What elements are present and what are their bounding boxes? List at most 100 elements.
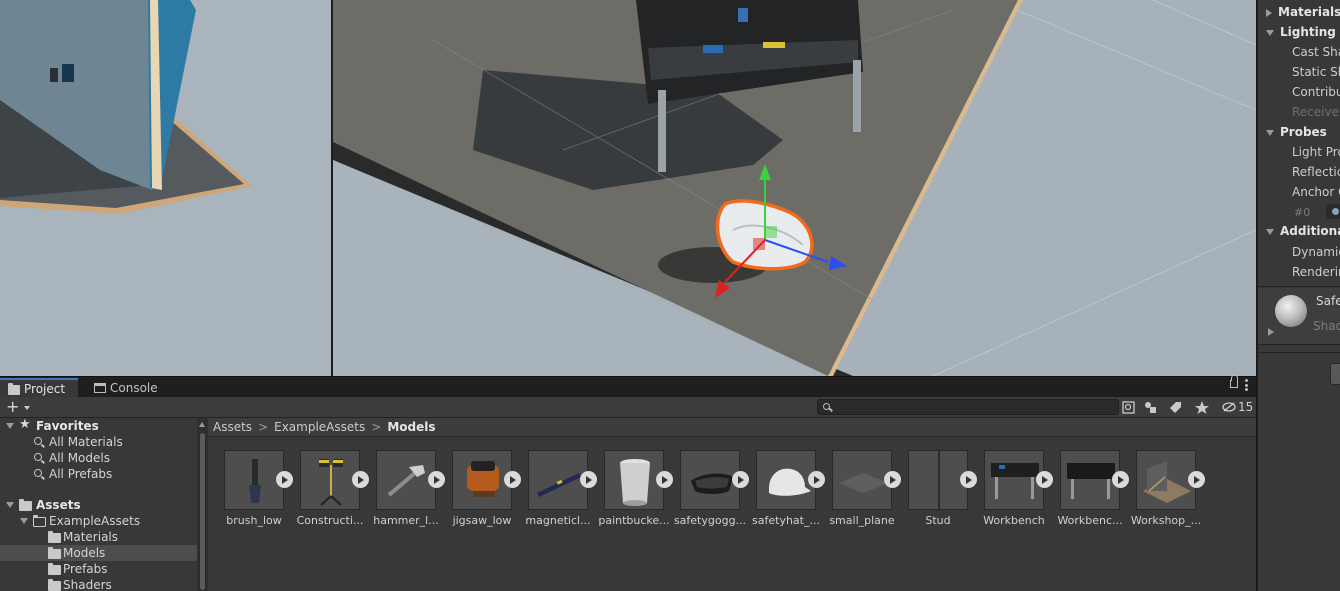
- asset-item[interactable]: hammer_l...: [366, 450, 445, 534]
- asset-item[interactable]: safetygogg...: [670, 450, 749, 534]
- add-component-button[interactable]: [1330, 363, 1340, 385]
- field-anchor-override[interactable]: Anchor C: [1258, 182, 1340, 202]
- field-cast-shadows[interactable]: Cast Sha: [1258, 42, 1340, 62]
- expand-arrow-icon[interactable]: [1188, 471, 1205, 488]
- more-options-icon[interactable]: [1245, 379, 1248, 391]
- tree-folder-models[interactable]: Models: [0, 545, 197, 561]
- tree-folder-materials[interactable]: Materials: [0, 529, 197, 545]
- tab-project[interactable]: Project: [0, 378, 78, 398]
- asset-item[interactable]: jigsaw_low: [442, 450, 521, 534]
- breadcrumb-item[interactable]: Assets: [213, 420, 252, 434]
- tree-assets[interactable]: Assets: [0, 497, 197, 513]
- asset-item[interactable]: brush_low: [214, 450, 293, 534]
- construction-light-thumbnail: [300, 450, 360, 510]
- asset-name: Workshop_...: [1130, 514, 1202, 527]
- search-field[interactable]: [817, 399, 1119, 415]
- section-lighting[interactable]: Lighting: [1258, 22, 1336, 42]
- field-static-shadow-caster[interactable]: Static Sh: [1258, 62, 1340, 82]
- workshop-thumbnail: [1136, 450, 1196, 510]
- section-probes[interactable]: Probes: [1258, 122, 1327, 142]
- field-reflection-probes-label: Reflectic: [1292, 165, 1340, 179]
- field-receive-gi-label: Receive: [1292, 105, 1339, 119]
- search-icon: [34, 437, 42, 445]
- asset-item[interactable]: Stud: [898, 450, 977, 534]
- create-button[interactable]: +: [6, 399, 36, 416]
- field-static-shadow-caster-label: Static Sh: [1292, 65, 1340, 79]
- filter-by-type-button[interactable]: [1141, 399, 1161, 416]
- shapes-icon: [1145, 402, 1156, 413]
- field-reflection-probes[interactable]: Reflectic: [1258, 162, 1340, 182]
- goggles-thumbnail: [680, 450, 740, 510]
- asset-item[interactable]: Constructi...: [290, 450, 369, 534]
- breadcrumb-current[interactable]: Models: [387, 420, 435, 434]
- scrollbar-thumb[interactable]: [199, 432, 206, 591]
- workbench-thumbnail: [1060, 450, 1120, 510]
- probe-object-icon[interactable]: [1326, 204, 1340, 219]
- asset-item[interactable]: Workbench: [974, 450, 1053, 534]
- search-by-type-button[interactable]: [1119, 399, 1139, 416]
- tree-favorites[interactable]: ★ Favorites: [0, 418, 197, 434]
- divider: [1258, 352, 1340, 353]
- paint-bucket-thumbnail: [604, 450, 664, 510]
- chevron-down-icon: [24, 406, 30, 410]
- chevron-down-icon: [1266, 129, 1274, 136]
- material-shader: Shad: [1313, 319, 1340, 333]
- tab-project-label: Project: [24, 382, 66, 396]
- tree-item-all-materials[interactable]: All Materials: [0, 434, 197, 450]
- scene-view[interactable]: [333, 0, 1256, 376]
- search-input[interactable]: [818, 400, 1118, 415]
- asset-item[interactable]: Workbenc...: [1050, 450, 1129, 534]
- section-materials[interactable]: Materials: [1258, 2, 1340, 22]
- filter-by-label-button[interactable]: [1166, 399, 1186, 416]
- plus-icon: +: [6, 397, 20, 416]
- chevron-right-icon: >: [258, 420, 269, 434]
- chevron-up-icon[interactable]: [199, 422, 205, 427]
- asset-name: jigsaw_low: [452, 514, 512, 527]
- tree-folder-label: ExampleAssets: [49, 514, 141, 528]
- tree-item-all-prefabs[interactable]: All Prefabs: [0, 466, 197, 482]
- tree-item-all-models[interactable]: All Models: [0, 450, 197, 466]
- level-thumbnail: [528, 450, 588, 510]
- breadcrumb-item[interactable]: ExampleAssets: [274, 420, 365, 434]
- asset-item[interactable]: small_plane: [822, 450, 901, 534]
- asset-item[interactable]: Workshop_...: [1126, 450, 1205, 534]
- asset-name: Workbench: [983, 514, 1045, 527]
- tree-folder-label: Materials: [63, 530, 119, 544]
- scene-render: [333, 0, 1256, 376]
- asset-item[interactable]: paintbucke...: [594, 450, 673, 534]
- asset-name: magneticl...: [525, 514, 591, 527]
- scene-view-secondary[interactable]: [0, 0, 331, 376]
- asset-name: Workbenc...: [1057, 514, 1123, 527]
- folder-icon: [8, 383, 20, 395]
- asset-item[interactable]: safetyhat_...: [746, 450, 825, 534]
- asset-item[interactable]: magneticl...: [518, 450, 597, 534]
- material-header[interactable]: Safe Shad: [1258, 288, 1340, 344]
- tree-folder-prefabs[interactable]: Prefabs: [0, 561, 197, 577]
- section-additional-settings[interactable]: Additional: [1258, 221, 1340, 241]
- brush-thumbnail: [224, 450, 284, 510]
- field-rendering-layer-mask-label: Renderin: [1292, 265, 1340, 279]
- field-rendering-layer-mask[interactable]: Renderin: [1258, 262, 1340, 282]
- field-receive-gi: Receive: [1258, 102, 1339, 122]
- folder-open-icon: [32, 514, 46, 527]
- lock-icon[interactable]: [1230, 375, 1238, 388]
- tree-folder-exampleassets[interactable]: ExampleAssets: [0, 513, 197, 529]
- tree-folder-label: Prefabs: [63, 562, 108, 576]
- tree-scrollbar[interactable]: [197, 418, 208, 591]
- hammer-thumbnail: [376, 450, 436, 510]
- console-icon: [94, 383, 106, 393]
- field-contribute-gi[interactable]: Contribu: [1258, 82, 1340, 102]
- favorite-button[interactable]: [1192, 399, 1212, 416]
- stud-thumbnail: [908, 450, 968, 510]
- hidden-packages-toggle[interactable]: 15: [1222, 399, 1253, 416]
- search-in-folder-icon: [1122, 401, 1135, 414]
- asset-name: paintbucke...: [598, 514, 670, 527]
- chevron-right-icon[interactable]: [1268, 328, 1274, 336]
- jigsaw-thumbnail: [452, 450, 512, 510]
- folder-icon: [48, 531, 61, 543]
- field-light-probes[interactable]: Light Pro: [1258, 142, 1340, 162]
- field-dynamic-occlusion[interactable]: Dynamic: [1258, 242, 1340, 262]
- tab-console[interactable]: Console: [86, 378, 166, 398]
- material-name: Safe: [1316, 294, 1340, 308]
- tree-folder-shaders[interactable]: Shaders: [0, 577, 197, 591]
